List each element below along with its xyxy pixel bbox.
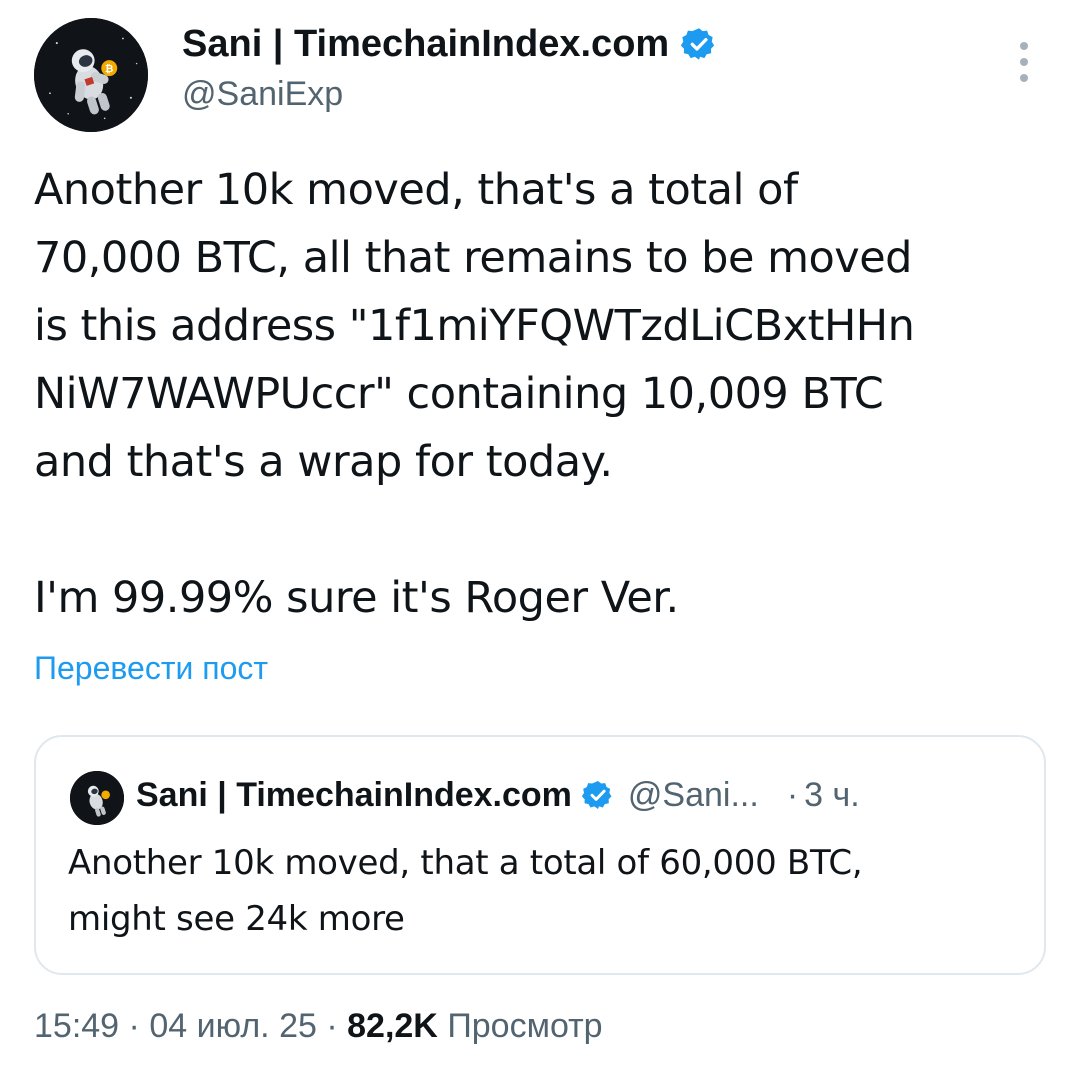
author-display-name-row[interactable]: Sani | TimechainIndex.com (182, 20, 717, 68)
meta-separator: · (326, 1007, 338, 1045)
post-meta-row: 15:49 · 04 июл. 25 · 82,2K Просмотр (34, 1002, 603, 1050)
quoted-author-handle: @Sani... (627, 776, 759, 814)
quoted-author-avatar (70, 771, 124, 825)
author-display-name[interactable]: Sani | TimechainIndex.com (182, 20, 669, 68)
views-label: Просмотр (447, 1007, 603, 1045)
post-time[interactable]: 15:49 (34, 1007, 119, 1045)
quoted-separator: · (786, 776, 799, 814)
more-dot-icon (1020, 42, 1028, 50)
svg-text:₿: ₿ (105, 63, 113, 75)
quoted-post-card[interactable]: Sani | TimechainIndex.com @Sani... · 3 ч… (34, 735, 1046, 975)
quoted-author-display-name: Sani | TimechainIndex.com (136, 776, 572, 814)
more-dot-icon (1020, 74, 1028, 82)
translate-post-link[interactable]: Перевести пост (34, 646, 268, 690)
quoted-post-time: 3 ч. (804, 776, 860, 814)
views-count: 82,2K (347, 1007, 438, 1045)
quoted-post-header: Sani | TimechainIndex.com @Sani... · 3 ч… (136, 773, 860, 817)
more-dot-icon (1020, 58, 1028, 66)
verified-badge-icon (681, 26, 717, 62)
astronaut-avatar-image: ₿ (34, 18, 148, 132)
quoted-post-text: Another 10k moved, that a total of 60,00… (68, 843, 863, 939)
author-handle[interactable]: @SaniExp (182, 72, 343, 116)
astronaut-avatar-image (70, 771, 124, 825)
post-date[interactable]: 04 июл. 25 (149, 1007, 317, 1045)
author-avatar[interactable]: ₿ (34, 18, 148, 132)
meta-separator: · (128, 1007, 140, 1045)
more-options-button[interactable] (1006, 36, 1042, 88)
post-text: Another 10k moved, that's a total of 70,… (34, 165, 915, 623)
verified-badge-icon (581, 779, 614, 811)
